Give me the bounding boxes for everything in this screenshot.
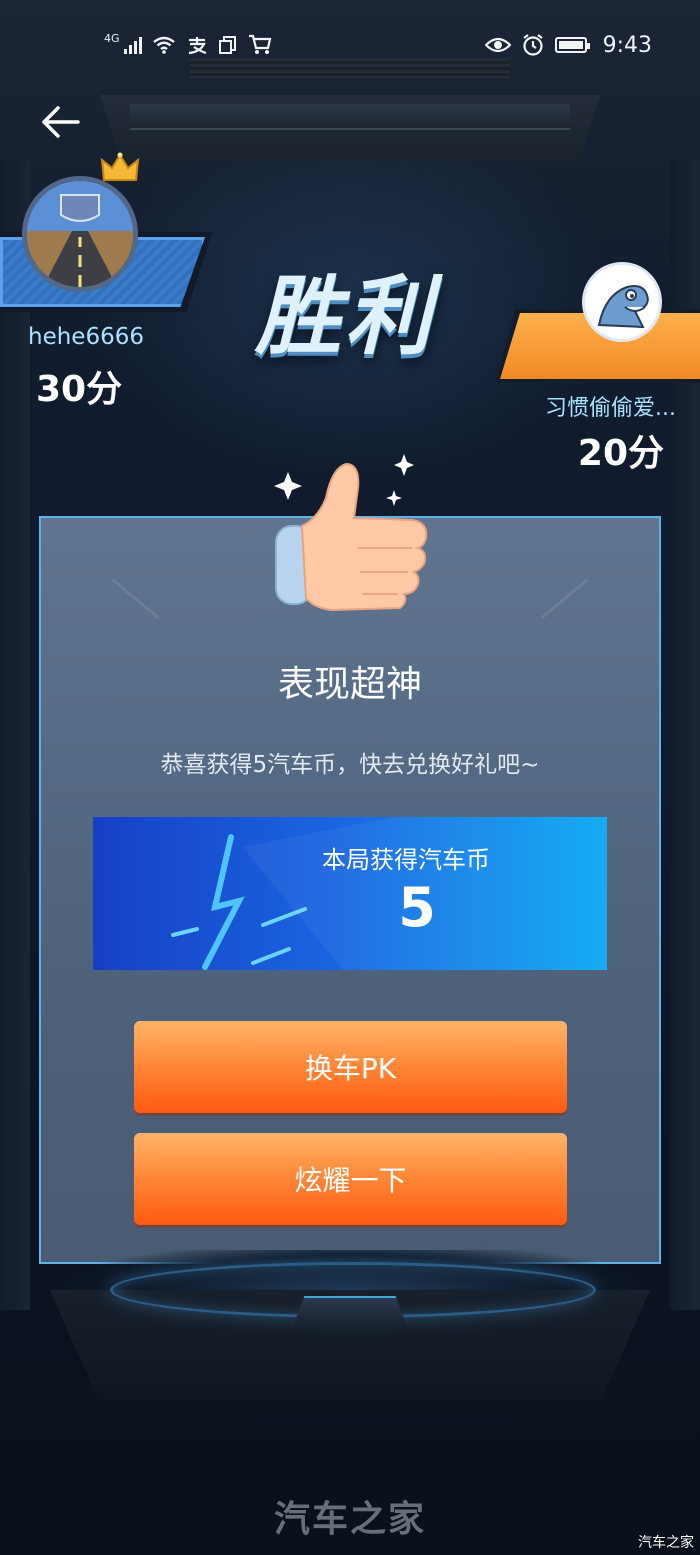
network-type: 4G [104,31,120,45]
player-right-name: 习惯偷偷爱... [545,396,676,421]
wifi-icon [152,36,175,54]
battery-icon [554,37,590,53]
arrow-left-icon [42,106,80,138]
card-subtitle: 恭喜获得5汽车币，快去兑换好礼吧~ [160,752,540,778]
top-frame-bar [130,104,570,130]
card-title: 表现超神 [277,664,422,705]
cart-icon [248,34,271,54]
player-left-name: hehe6666 [28,324,144,350]
back-button[interactable] [38,100,82,144]
frame-left [0,160,30,1310]
player-right-avatar[interactable] [582,262,662,342]
signal-icon [123,36,142,54]
coin-value: 5 [398,876,436,939]
watermark-small: 汽车之家 [638,1535,694,1551]
stage-platform-notch [293,1296,407,1326]
coin-label: 本局获得汽车币 [322,846,490,874]
battle-result-screen: 4G 9:43 hehe6666 30分 胜利 习惯偷偷爱... 20分 表现超… [0,0,700,1555]
status-bar-right: 9:43 [484,28,652,62]
switch-car-pk-button[interactable]: 换车PK [134,1021,567,1113]
player-left-score: 30分 [36,369,123,410]
copy-icon [218,36,236,54]
eye-icon [484,37,511,53]
alarm-icon [522,34,543,56]
status-bar-left: 4G [104,28,272,62]
crown-icon [100,152,140,181]
alipay-icon [188,37,206,55]
result-title: 胜利 [235,262,455,372]
show-off-button[interactable]: 炫耀一下 [134,1133,567,1225]
status-time: 9:43 [602,32,652,58]
thumbs-up-icon [274,454,428,612]
player-right-score: 20分 [577,433,664,474]
player-left-avatar[interactable] [22,176,138,292]
watermark-logo: 汽车之家 [273,1499,426,1540]
